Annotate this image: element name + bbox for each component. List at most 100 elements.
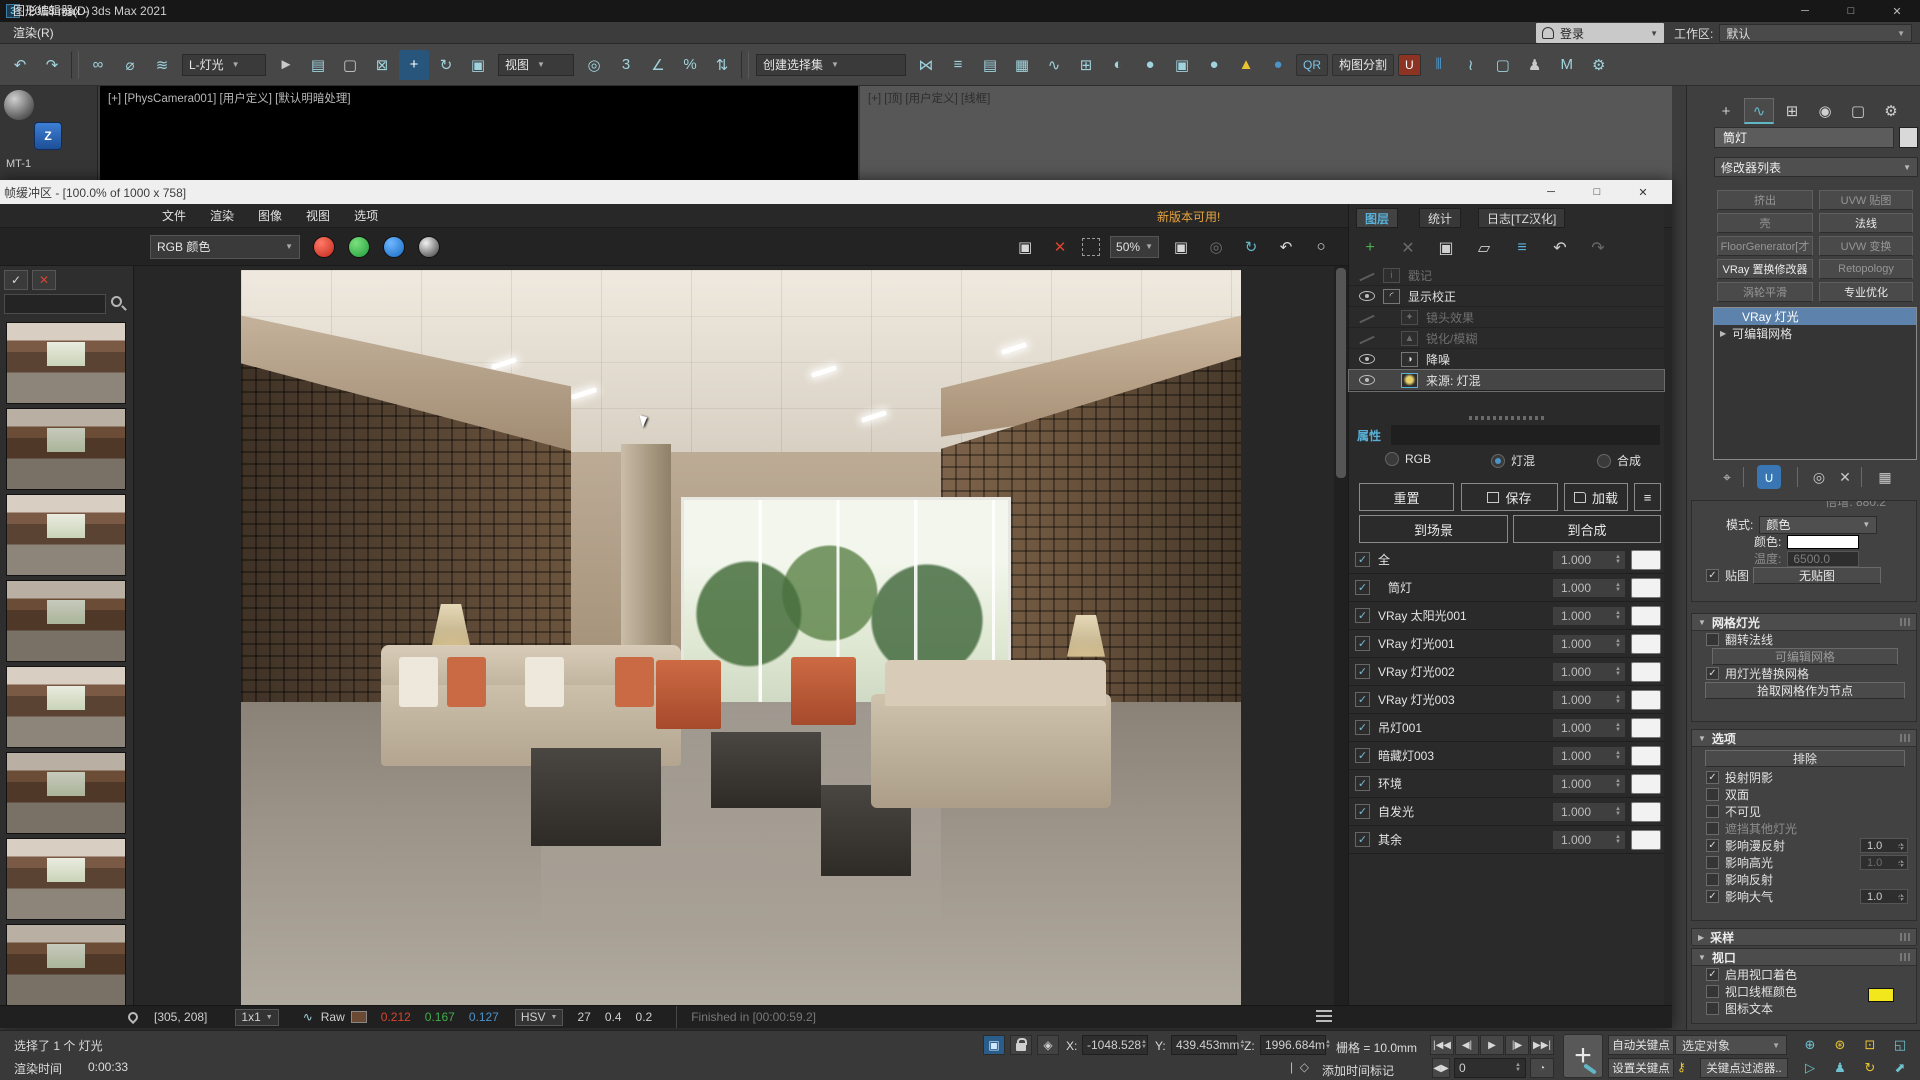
layer-row[interactable]: i 戳记 — [1349, 265, 1664, 286]
history-thumbnail[interactable] — [6, 322, 126, 404]
percent-snap-icon[interactable]: % — [675, 50, 705, 80]
modifier-button[interactable]: UVW 变换 — [1819, 236, 1913, 256]
visibility-eye-icon[interactable] — [1359, 354, 1375, 364]
green-channel-icon[interactable] — [348, 236, 370, 258]
select-by-name-icon[interactable]: ▤ — [303, 50, 333, 80]
layer-manager-icon[interactable]: ▤ — [975, 50, 1005, 80]
zoom-level-dropdown[interactable]: 50%▼ — [1110, 236, 1159, 258]
spinner-arrows-icon[interactable]: ▲▼ — [1612, 607, 1624, 625]
lightmix-checkbox[interactable] — [1355, 664, 1370, 679]
lightmix-checkbox[interactable] — [1355, 608, 1370, 623]
spinner-arrows-icon[interactable]: ▲▼ — [1612, 579, 1624, 597]
maximize-button[interactable]: □ — [1828, 0, 1874, 22]
viewport-option-checkbox[interactable] — [1706, 968, 1719, 981]
option-checkbox[interactable] — [1706, 873, 1719, 886]
lightmix-color-swatch[interactable] — [1631, 634, 1661, 654]
move-icon[interactable]: + — [399, 50, 429, 80]
visibility-eye-icon[interactable] — [1359, 375, 1375, 385]
spinner-arrows-icon[interactable]: ▲▼ — [1612, 831, 1624, 849]
lightmix-checkbox[interactable] — [1355, 580, 1370, 595]
zoom-region-icon[interactable]: ◱ — [1888, 1035, 1912, 1055]
option-checkbox[interactable] — [1706, 839, 1719, 852]
option-checkbox[interactable] — [1706, 805, 1719, 818]
qr-button[interactable]: QR — [1296, 54, 1328, 76]
pin-stack-icon[interactable]: ⌖ — [1715, 465, 1739, 489]
sphere-icon[interactable]: ○ — [1308, 234, 1334, 260]
modifier-list-dropdown[interactable]: 修改器列表▼ — [1714, 157, 1918, 177]
lightmix-color-swatch[interactable] — [1631, 718, 1661, 738]
lightmix-checkbox[interactable] — [1355, 720, 1370, 735]
reference-coordinate-dropdown[interactable]: 视图▼ — [498, 54, 574, 76]
spinner-arrows-icon[interactable]: ▲▼ — [1612, 691, 1624, 709]
spinner-arrows-icon[interactable]: ▲▼ — [1612, 551, 1624, 569]
close-button[interactable]: ✕ — [1874, 0, 1920, 22]
history-thumbnail[interactable] — [6, 666, 126, 748]
key-filters-icon[interactable]: ⚷ — [1677, 1060, 1686, 1074]
option-checkbox[interactable] — [1706, 771, 1719, 784]
modifier-button[interactable]: 专业优化 — [1819, 282, 1913, 302]
render-setup-icon[interactable]: ● — [1135, 50, 1165, 80]
menu-item[interactable]: 渲染(R) — [0, 22, 103, 44]
vfb-menu-item[interactable]: 图像 — [246, 205, 294, 227]
object-name-field[interactable]: 筒灯 — [1714, 127, 1894, 148]
temperature-field[interactable]: 6500.0 — [1787, 551, 1859, 567]
prev-frame-icon[interactable]: ◀| — [1455, 1035, 1479, 1055]
object-color-swatch[interactable] — [1899, 127, 1918, 148]
layers-icon[interactable]: ▢ — [1488, 50, 1518, 80]
alpha-channel-icon[interactable] — [418, 236, 440, 258]
lightmix-color-swatch[interactable] — [1631, 802, 1661, 822]
hsv-dropdown[interactable]: HSV▼ — [515, 1009, 564, 1026]
option-checkbox[interactable] — [1706, 856, 1719, 869]
zoom-extents-icon[interactable]: ⊡ — [1858, 1035, 1882, 1055]
align-icon[interactable]: ≡ — [943, 50, 973, 80]
light-color-swatch[interactable] — [1787, 535, 1859, 549]
layer-row[interactable]: ◑ 降噪 — [1349, 349, 1664, 370]
fov-icon[interactable]: ▷ — [1798, 1058, 1822, 1078]
zoom-all-icon[interactable]: ⊛ — [1828, 1035, 1852, 1055]
map-checkbox[interactable] — [1706, 569, 1719, 582]
stack-item-editable-mesh[interactable]: ▶可编辑网格 — [1714, 325, 1916, 342]
gear-icon[interactable]: ⚙ — [1584, 50, 1614, 80]
lightmix-color-swatch[interactable] — [1631, 662, 1661, 682]
history-thumbnail[interactable] — [6, 580, 126, 662]
add-layer-icon[interactable]: + — [1355, 235, 1385, 261]
blue-sphere-icon[interactable]: ● — [1263, 50, 1293, 80]
redo-icon[interactable]: ↷ — [1583, 235, 1613, 261]
x-coordinate-field[interactable]: -1048.528▲▼ — [1082, 1035, 1148, 1055]
option-value-spinner[interactable]: 1.0 — [1860, 838, 1908, 853]
reset-button[interactable]: 重置 — [1359, 483, 1454, 511]
wireframe-color-swatch[interactable] — [1868, 988, 1894, 1002]
option-value-spinner[interactable]: 1.0 — [1860, 889, 1908, 904]
set-key-mode-button[interactable]: 设置关键点 — [1608, 1058, 1674, 1078]
scale-icon[interactable]: ▣ — [463, 50, 493, 80]
lightmix-color-swatch[interactable] — [1631, 606, 1661, 626]
history-thumbnail[interactable] — [6, 752, 126, 834]
current-frame-field[interactable]: 0▲▼ — [1454, 1058, 1526, 1078]
separator[interactable] — [741, 51, 749, 79]
menu-item[interactable]: 图形编辑器(D) — [0, 0, 103, 22]
lightmix-color-swatch[interactable] — [1631, 690, 1661, 710]
render-frame-icon[interactable]: ▣ — [1167, 50, 1197, 80]
rectangular-region-icon[interactable]: ▢ — [335, 50, 365, 80]
lightmix-checkbox[interactable] — [1355, 776, 1370, 791]
lightmix-checkbox[interactable] — [1355, 636, 1370, 651]
editable-mesh-button[interactable]: 可编辑网格 — [1712, 648, 1898, 665]
modifier-button[interactable]: 挤出 — [1717, 190, 1813, 210]
visibility-eye-icon[interactable] — [1359, 273, 1374, 282]
play-icon[interactable]: ▶ — [1480, 1035, 1504, 1055]
one-to-one-icon[interactable]: ▣ — [1168, 234, 1194, 260]
tab-layers[interactable]: 图层 — [1356, 208, 1398, 228]
spinner-arrows-icon[interactable]: ▲▼ — [1612, 663, 1624, 681]
modifier-button[interactable]: UVW 贴图 — [1819, 190, 1913, 210]
lightmix-checkbox[interactable] — [1355, 804, 1370, 819]
set-key-button[interactable]: + — [1563, 1034, 1603, 1078]
u-plugin-button[interactable]: U — [1398, 54, 1421, 76]
vfb-close-button[interactable]: ✕ — [1620, 181, 1666, 203]
make-unique-icon[interactable]: ◎ — [1807, 465, 1831, 489]
lightmix-color-swatch[interactable] — [1631, 578, 1661, 598]
pick-mesh-button[interactable]: 拾取网格作为节点 — [1705, 682, 1905, 699]
user-icon[interactable]: ♟ — [1520, 50, 1550, 80]
rotate-icon[interactable]: ↻ — [431, 50, 461, 80]
bind-to-spacewarp-icon[interactable]: ≋ — [147, 50, 177, 80]
select-and-link-icon[interactable]: ∞ — [83, 50, 113, 80]
